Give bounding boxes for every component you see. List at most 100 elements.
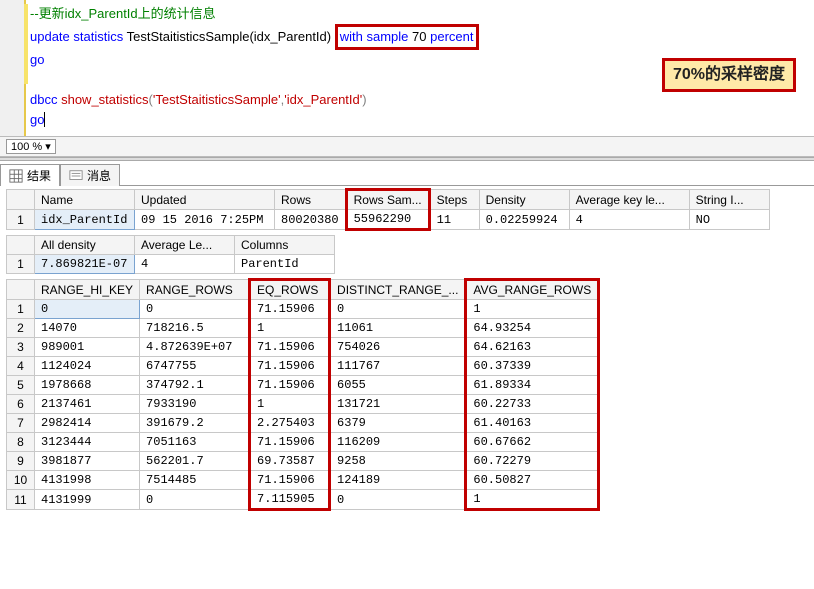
cell[interactable]: 7933190 bbox=[140, 395, 250, 414]
tab-messages[interactable]: 消息 bbox=[60, 164, 120, 186]
cell[interactable]: 0 bbox=[140, 490, 250, 510]
cell[interactable]: 11 bbox=[429, 210, 479, 230]
cell[interactable]: 116209 bbox=[330, 433, 466, 452]
cell[interactable]: 1 bbox=[466, 300, 599, 319]
cell[interactable]: 71.15906 bbox=[250, 357, 330, 376]
cell[interactable]: 4131998 bbox=[35, 471, 140, 490]
cell[interactable]: 124189 bbox=[330, 471, 466, 490]
row-header[interactable]: 5 bbox=[7, 376, 35, 395]
cell[interactable]: 60.67662 bbox=[466, 433, 599, 452]
row-header[interactable]: 1 bbox=[7, 255, 35, 274]
cell[interactable]: 55962290 bbox=[346, 210, 429, 230]
cell[interactable]: 989001 bbox=[35, 338, 140, 357]
cell[interactable]: 1978668 bbox=[35, 376, 140, 395]
col-header[interactable]: All density bbox=[35, 236, 135, 255]
cell[interactable]: 14070 bbox=[35, 319, 140, 338]
cell[interactable]: 3123444 bbox=[35, 433, 140, 452]
col-header[interactable]: Columns bbox=[235, 236, 335, 255]
cell[interactable]: 71.15906 bbox=[250, 338, 330, 357]
row-header[interactable]: 3 bbox=[7, 338, 35, 357]
col-header[interactable]: RANGE_HI_KEY bbox=[35, 280, 140, 300]
grid1-table[interactable]: NameUpdatedRowsRows Sam...StepsDensityAv… bbox=[6, 188, 770, 231]
cell[interactable]: 0 bbox=[35, 300, 140, 319]
col-header[interactable]: Average key le... bbox=[569, 190, 689, 210]
cell[interactable]: 6747755 bbox=[140, 357, 250, 376]
col-header[interactable]: Average Le... bbox=[135, 236, 235, 255]
cell[interactable]: 0 bbox=[330, 300, 466, 319]
row-header[interactable]: 2 bbox=[7, 319, 35, 338]
row-header[interactable]: 7 bbox=[7, 414, 35, 433]
grid2-table[interactable]: All densityAverage Le...Columns 17.869821… bbox=[6, 235, 335, 274]
cell[interactable]: 60.50827 bbox=[466, 471, 599, 490]
cell[interactable]: 71.15906 bbox=[250, 300, 330, 319]
cell[interactable]: 9258 bbox=[330, 452, 466, 471]
cell[interactable]: 60.72279 bbox=[466, 452, 599, 471]
cell[interactable]: 4131999 bbox=[35, 490, 140, 510]
row-header[interactable]: 9 bbox=[7, 452, 35, 471]
cell[interactable]: 718216.5 bbox=[140, 319, 250, 338]
cell[interactable]: 6055 bbox=[330, 376, 466, 395]
cell[interactable]: 60.37339 bbox=[466, 357, 599, 376]
tab-results[interactable]: 结果 bbox=[0, 164, 60, 186]
cell[interactable]: 562201.7 bbox=[140, 452, 250, 471]
cell[interactable]: 7.869821E-07 bbox=[35, 255, 135, 274]
col-header[interactable]: Density bbox=[479, 190, 569, 210]
col-header[interactable]: Steps bbox=[429, 190, 479, 210]
col-header[interactable]: DISTINCT_RANGE_... bbox=[330, 280, 466, 300]
row-header[interactable]: 11 bbox=[7, 490, 35, 510]
cell[interactable]: 09 15 2016 7:25PM bbox=[135, 210, 275, 230]
cell[interactable]: 754026 bbox=[330, 338, 466, 357]
cell[interactable]: 1 bbox=[250, 319, 330, 338]
cell[interactable]: 1124024 bbox=[35, 357, 140, 376]
row-header[interactable]: 1 bbox=[7, 210, 35, 230]
row-header[interactable]: 6 bbox=[7, 395, 35, 414]
cell[interactable]: 374792.1 bbox=[140, 376, 250, 395]
row-header[interactable]: 8 bbox=[7, 433, 35, 452]
grid3-table[interactable]: RANGE_HI_KEYRANGE_ROWSEQ_ROWSDISTINCT_RA… bbox=[6, 278, 600, 511]
cell[interactable]: 1 bbox=[250, 395, 330, 414]
cell[interactable]: 2.275403 bbox=[250, 414, 330, 433]
sql-editor[interactable]: --更新idx_ParentId上的统计信息 update statistics… bbox=[0, 0, 814, 136]
cell[interactable]: 4 bbox=[135, 255, 235, 274]
cell[interactable]: 80020380 bbox=[275, 210, 347, 230]
cell[interactable]: NO bbox=[689, 210, 769, 230]
cell[interactable]: 0 bbox=[140, 300, 250, 319]
cell[interactable]: 7514485 bbox=[140, 471, 250, 490]
zoom-dropdown[interactable]: 100 % ▾ bbox=[6, 139, 56, 154]
cell[interactable]: 111767 bbox=[330, 357, 466, 376]
cell[interactable]: 64.62163 bbox=[466, 338, 599, 357]
cell[interactable]: 4 bbox=[569, 210, 689, 230]
row-header[interactable]: 10 bbox=[7, 471, 35, 490]
cell[interactable]: 0.02259924 bbox=[479, 210, 569, 230]
cell[interactable]: 7.115905 bbox=[250, 490, 330, 510]
cell[interactable]: 2137461 bbox=[35, 395, 140, 414]
col-header[interactable]: RANGE_ROWS bbox=[140, 280, 250, 300]
cell[interactable]: 6379 bbox=[330, 414, 466, 433]
col-header[interactable]: Updated bbox=[135, 190, 275, 210]
cell[interactable]: idx_ParentId bbox=[35, 210, 135, 230]
cell[interactable]: 71.15906 bbox=[250, 433, 330, 452]
cell[interactable]: 0 bbox=[330, 490, 466, 510]
cell[interactable]: 64.93254 bbox=[466, 319, 599, 338]
cell[interactable]: 11061 bbox=[330, 319, 466, 338]
cell[interactable]: 7051163 bbox=[140, 433, 250, 452]
col-header[interactable]: String I... bbox=[689, 190, 769, 210]
cell[interactable]: 391679.2 bbox=[140, 414, 250, 433]
cell[interactable]: 131721 bbox=[330, 395, 466, 414]
row-header[interactable]: 4 bbox=[7, 357, 35, 376]
col-header[interactable]: EQ_ROWS bbox=[250, 280, 330, 300]
cell[interactable]: 61.89334 bbox=[466, 376, 599, 395]
cell[interactable]: 61.40163 bbox=[466, 414, 599, 433]
cell[interactable]: 2982414 bbox=[35, 414, 140, 433]
col-header[interactable]: Rows bbox=[275, 190, 347, 210]
cell[interactable]: ParentId bbox=[235, 255, 335, 274]
cell[interactable]: 4.872639E+07 bbox=[140, 338, 250, 357]
cell[interactable]: 3981877 bbox=[35, 452, 140, 471]
col-header[interactable]: AVG_RANGE_ROWS bbox=[466, 280, 599, 300]
row-header[interactable]: 1 bbox=[7, 300, 35, 319]
cell[interactable]: 71.15906 bbox=[250, 471, 330, 490]
col-header[interactable]: Rows Sam... bbox=[346, 190, 429, 210]
cell[interactable]: 60.22733 bbox=[466, 395, 599, 414]
cell[interactable]: 69.73587 bbox=[250, 452, 330, 471]
cell[interactable]: 1 bbox=[466, 490, 599, 510]
